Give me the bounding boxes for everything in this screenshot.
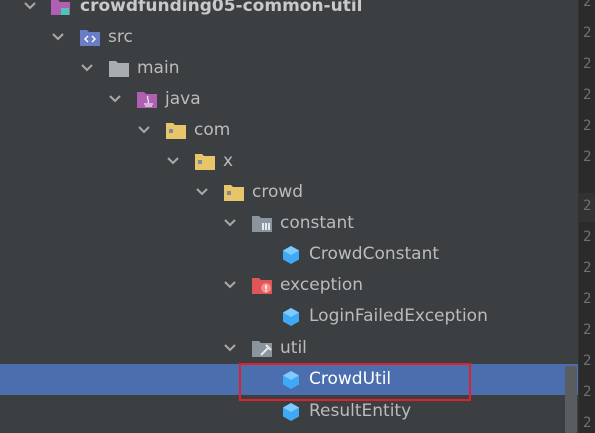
package-icon <box>224 185 244 201</box>
line-number: 2 <box>583 291 592 307</box>
line-number: 2 <box>583 0 592 10</box>
tree-item-label: crowdfunding05-common-util <box>80 0 363 16</box>
java-class-icon <box>283 246 299 264</box>
line-number: 2 <box>583 118 592 134</box>
tree-item-crowd[interactable]: crowd <box>0 177 578 208</box>
exception-package-icon <box>252 278 272 294</box>
source-folder-icon <box>80 30 100 46</box>
tree-item-label: util <box>280 338 307 358</box>
constant-package-icon <box>252 216 272 232</box>
line-number: 2 <box>583 322 592 338</box>
chevron-down-icon[interactable] <box>137 123 151 137</box>
tree-item-label: constant <box>280 213 354 233</box>
chevron-down-icon[interactable] <box>223 341 237 355</box>
tree-item-x[interactable]: x <box>0 146 578 177</box>
java-class-icon <box>283 371 299 389</box>
java-class-icon <box>283 308 299 326</box>
tree-item-label: ResultEntity <box>309 401 412 421</box>
tree-item-label: exception <box>280 275 364 295</box>
chevron-down-icon[interactable] <box>223 278 237 292</box>
tree-item-com[interactable]: com <box>0 115 578 146</box>
tree-item-crowdconstant[interactable]: CrowdConstant <box>0 239 578 270</box>
folder-icon <box>109 61 129 77</box>
chevron-down-icon[interactable] <box>166 154 180 168</box>
tree-item-loginfailedexception[interactable]: LoginFailedException <box>0 301 578 332</box>
project-tree: crowdfunding05-common-util src main java <box>0 0 578 433</box>
tree-item-resultentity[interactable]: ResultEntity <box>0 396 578 427</box>
line-number: 2 <box>583 384 592 400</box>
tree-item-label: com <box>194 120 231 140</box>
tree-item-crowdutil[interactable]: CrowdUtil <box>0 364 578 395</box>
line-number: 2 <box>583 198 592 214</box>
tree-item-label: x <box>223 151 234 171</box>
tree-item-main[interactable]: main <box>0 53 578 84</box>
tree-item-label: java <box>165 89 201 109</box>
tree-item-module[interactable]: crowdfunding05-common-util <box>0 0 578 22</box>
line-number: 2 <box>583 56 592 72</box>
chevron-down-icon[interactable] <box>23 0 37 13</box>
java-source-root-icon <box>137 92 157 108</box>
package-icon <box>166 123 186 139</box>
line-number: 2 <box>583 260 592 276</box>
tree-item-util[interactable]: util <box>0 333 578 364</box>
tree-item-label: main <box>137 58 180 78</box>
tree-item-constant[interactable]: constant <box>0 208 578 239</box>
chevron-down-icon[interactable] <box>195 185 209 199</box>
line-number: 2 <box>583 415 592 431</box>
tree-item-exception[interactable]: exception <box>0 270 578 301</box>
tree-item-label: src <box>108 27 133 47</box>
line-number: 2 <box>583 87 592 103</box>
chevron-down-icon[interactable] <box>223 216 237 230</box>
chevron-down-icon[interactable] <box>80 61 94 75</box>
chevron-down-icon[interactable] <box>51 30 65 44</box>
tree-item-java[interactable]: java <box>0 84 578 115</box>
tree-item-label: LoginFailedException <box>309 306 488 326</box>
chevron-down-icon[interactable] <box>108 92 122 106</box>
package-icon <box>195 154 215 170</box>
java-class-icon <box>283 403 299 421</box>
line-number: 2 <box>583 149 592 165</box>
tree-item-src[interactable]: src <box>0 22 578 53</box>
line-number: 2 <box>583 25 592 41</box>
editor-gutter: 2 2 2 2 2 2 2 2 2 2 2 2 2 2 <box>578 0 595 433</box>
module-folder-icon <box>51 0 70 15</box>
tree-item-label: crowd <box>252 182 304 202</box>
line-number: 2 <box>583 353 592 369</box>
util-package-icon <box>252 341 272 357</box>
tree-item-label: CrowdConstant <box>309 244 440 264</box>
tree-item-label: CrowdUtil <box>309 369 392 389</box>
line-number: 2 <box>583 229 592 245</box>
vertical-scrollbar[interactable] <box>565 366 577 433</box>
